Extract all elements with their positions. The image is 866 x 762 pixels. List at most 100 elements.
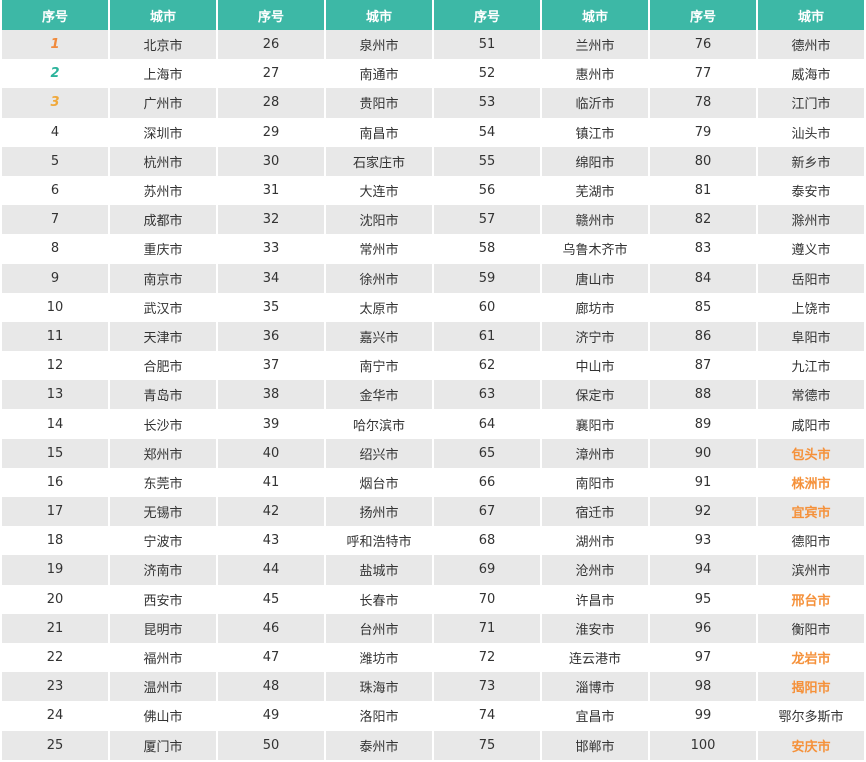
city-cell: 大连市 xyxy=(326,175,432,206)
rank-cell: 47 xyxy=(218,642,324,673)
rank-cell: 6 xyxy=(2,175,108,206)
rank-cell: 52 xyxy=(434,59,540,89)
city-cell: 许昌市 xyxy=(542,584,648,614)
table-row: 14 长沙市 39 哈尔滨市 64 襄阳市 89 咸阳市 xyxy=(2,409,864,439)
city-cell: 镇江市 xyxy=(542,117,648,147)
header-city-1: 城市 xyxy=(110,0,216,30)
city-cell: 上饶市 xyxy=(758,292,864,322)
rank-cell: 21 xyxy=(2,613,108,643)
rank-cell: 71 xyxy=(434,613,540,643)
city-cell: 沈阳市 xyxy=(326,205,432,235)
table-row: 6 苏州市 31 大连市 56 芜湖市 81 泰安市 xyxy=(2,175,864,206)
rank-cell: 77 xyxy=(650,59,756,89)
table-row: 2 上海市 27 南通市 52 惠州市 77 威海市 xyxy=(2,59,864,89)
header-city-2: 城市 xyxy=(326,0,432,30)
rank-cell: 61 xyxy=(434,321,540,352)
city-cell: 西安市 xyxy=(110,584,216,614)
rank-cell: 4 xyxy=(2,117,108,147)
table-row: 25 厦门市 50 泰州市 75 邯郸市 100 安庆市 xyxy=(2,730,864,760)
rank-cell: 59 xyxy=(434,263,540,293)
rank-cell: 51 xyxy=(434,30,540,60)
table-row: 1 北京市 26 泉州市 51 兰州市 76 德州市 xyxy=(2,30,864,60)
rank-cell: 32 xyxy=(218,205,324,235)
rank-cell: 68 xyxy=(434,526,540,556)
city-cell: 佛山市 xyxy=(110,701,216,731)
city-cell: 上海市 xyxy=(110,59,216,89)
rank-cell: 86 xyxy=(650,321,756,352)
rank-cell: 81 xyxy=(650,175,756,206)
rank-cell: 99 xyxy=(650,701,756,731)
city-cell: 泰安市 xyxy=(758,175,864,206)
city-cell: 南昌市 xyxy=(326,117,432,147)
city-cell: 常德市 xyxy=(758,380,864,410)
city-cell: 龙岩市 xyxy=(758,642,864,673)
header-rank-1: 序号 xyxy=(2,0,108,30)
table-row: 21 昆明市 46 台州市 71 淮安市 96 衡阳市 xyxy=(2,613,864,643)
city-cell: 包头市 xyxy=(758,438,864,468)
rank-cell: 82 xyxy=(650,205,756,235)
rank-cell: 9 xyxy=(2,263,108,293)
rank-cell: 13 xyxy=(2,380,108,410)
rank-cell: 40 xyxy=(218,438,324,468)
city-cell: 乌鲁木齐市 xyxy=(542,234,648,264)
city-cell: 泉州市 xyxy=(326,30,432,60)
table-row: 13 青岛市 38 金华市 63 保定市 88 常德市 xyxy=(2,380,864,410)
city-cell: 滁州市 xyxy=(758,205,864,235)
city-cell: 合肥市 xyxy=(110,351,216,381)
rank-cell: 31 xyxy=(218,175,324,206)
table-row: 8 重庆市 33 常州市 58 乌鲁木齐市 83 遵义市 xyxy=(2,234,864,264)
rank-cell: 74 xyxy=(434,701,540,731)
city-cell: 泰州市 xyxy=(326,730,432,760)
rank-cell: 34 xyxy=(218,263,324,293)
city-cell: 太原市 xyxy=(326,292,432,322)
city-cell: 岳阳市 xyxy=(758,263,864,293)
rank-cell: 37 xyxy=(218,351,324,381)
rank-cell: 70 xyxy=(434,584,540,614)
city-cell: 温州市 xyxy=(110,672,216,702)
city-cell: 德州市 xyxy=(758,30,864,60)
city-cell: 重庆市 xyxy=(110,234,216,264)
city-cell: 德阳市 xyxy=(758,526,864,556)
city-cell: 东莞市 xyxy=(110,467,216,497)
table-row: 22 福州市 47 潍坊市 72 连云港市 97 龙岩市 xyxy=(2,642,864,673)
rank-cell: 39 xyxy=(218,409,324,439)
rank-cell: 87 xyxy=(650,351,756,381)
table-row: 24 佛山市 49 洛阳市 74 宜昌市 99 鄂尔多斯市 xyxy=(2,701,864,731)
city-cell: 潍坊市 xyxy=(326,642,432,673)
city-cell: 保定市 xyxy=(542,380,648,410)
city-cell: 洛阳市 xyxy=(326,701,432,731)
rank-cell: 76 xyxy=(650,30,756,60)
rank-cell: 7 xyxy=(2,205,108,235)
city-cell: 惠州市 xyxy=(542,59,648,89)
header-rank-3: 序号 xyxy=(434,0,540,30)
city-cell: 台州市 xyxy=(326,613,432,643)
city-cell: 厦门市 xyxy=(110,730,216,760)
city-cell: 九江市 xyxy=(758,351,864,381)
city-cell: 广州市 xyxy=(110,88,216,118)
table-row: 4 深圳市 29 南昌市 54 镇江市 79 汕头市 xyxy=(2,117,864,147)
city-cell: 绵阳市 xyxy=(542,146,648,176)
table-row: 23 温州市 48 珠海市 73 淄博市 98 揭阳市 xyxy=(2,672,864,702)
rank-cell: 41 xyxy=(218,467,324,497)
rank-cell: 72 xyxy=(434,642,540,673)
rank-cell: 65 xyxy=(434,438,540,468)
city-cell: 唐山市 xyxy=(542,263,648,293)
city-cell: 湖州市 xyxy=(542,526,648,556)
rank-cell: 8 xyxy=(2,234,108,264)
city-cell: 青岛市 xyxy=(110,380,216,410)
table-row: 3 广州市 28 贵阳市 53 临沂市 78 江门市 xyxy=(2,88,864,118)
table-row: 9 南京市 34 徐州市 59 唐山市 84 岳阳市 xyxy=(2,263,864,293)
city-cell: 南宁市 xyxy=(326,351,432,381)
rank-cell: 63 xyxy=(434,380,540,410)
rank-cell: 43 xyxy=(218,526,324,556)
rank-cell: 84 xyxy=(650,263,756,293)
rank-cell: 98 xyxy=(650,672,756,702)
rank-cell: 93 xyxy=(650,526,756,556)
rank-cell: 66 xyxy=(434,467,540,497)
city-cell: 南京市 xyxy=(110,263,216,293)
city-cell: 邯郸市 xyxy=(542,730,648,760)
table-body: 1 北京市 26 泉州市 51 兰州市 76 德州市 2 上海市 27 南通市 52 惠州市 77 威海市 3 广… xyxy=(2,30,864,760)
rank-cell: 78 xyxy=(650,88,756,118)
rank-cell: 46 xyxy=(218,613,324,643)
header-rank-4: 序号 xyxy=(650,0,756,30)
